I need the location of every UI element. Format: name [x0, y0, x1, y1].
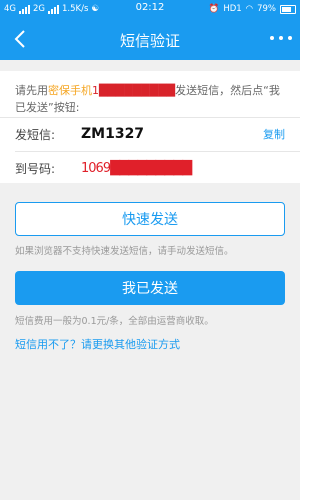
alarm-icon: ⏰	[208, 4, 220, 14]
row-divider	[15, 151, 300, 152]
signal-icon	[19, 4, 30, 14]
hd-indicator: HD1	[223, 4, 242, 14]
title-bar: 短信验证	[0, 18, 300, 60]
quick-send-button[interactable]: 快速发送	[15, 202, 285, 236]
instruction-text: 请先用密保手机1█████████发送短信，然后点“我已发送”按钮:	[15, 82, 290, 116]
more-dots-icon	[270, 36, 274, 40]
instruction-prefix: 请先用	[15, 84, 48, 97]
sms-content-row: 发短信: ZM1327 复制	[15, 119, 285, 149]
send-sms-label: 发短信:	[15, 127, 56, 142]
sent-button[interactable]: 我已发送	[15, 271, 285, 305]
instruction-highlight: 密保手机	[48, 84, 92, 97]
redacted-number: 1069█████████	[81, 160, 192, 176]
network-type-2: 2G	[33, 4, 45, 14]
signal-icon-2	[48, 4, 59, 14]
top-spacer	[0, 60, 300, 71]
alt-verify-link[interactable]: 短信用不了？请更换其他验证方式	[15, 336, 180, 352]
copy-button[interactable]: 复制	[263, 126, 285, 142]
divider	[0, 117, 300, 118]
status-left: 4G 2G 1.5K/s ☯	[4, 4, 99, 14]
to-number-label: 到号码:	[15, 161, 56, 176]
redacted-phone: 1█████████	[92, 84, 176, 97]
wifi-icon: ◠	[245, 4, 254, 14]
page-title: 短信验证	[119, 32, 180, 50]
sms-number-row: 到号码: 1069█████████	[15, 153, 285, 183]
status-right: ⏰ HD1 ◠ 79%	[209, 4, 296, 14]
battery-level: 79%	[257, 4, 276, 14]
sms-code: ZM1327	[81, 126, 145, 142]
network-speed: 1.5K/s	[62, 4, 89, 14]
network-type-1: 4G	[4, 4, 16, 14]
more-menu-button[interactable]	[270, 31, 292, 45]
battery-icon	[280, 4, 296, 14]
status-bar: 4G 2G 1.5K/s ☯ 02:12 ⏰ HD1 ◠ 79%	[0, 0, 300, 18]
fee-note: 短信费用一般为0.1元/条，全部由运营商收取。	[15, 316, 214, 327]
quick-send-note: 如果浏览器不支持快速发送短信，请手动发送短信。	[15, 246, 234, 257]
notification-icon: ☯	[91, 4, 100, 14]
